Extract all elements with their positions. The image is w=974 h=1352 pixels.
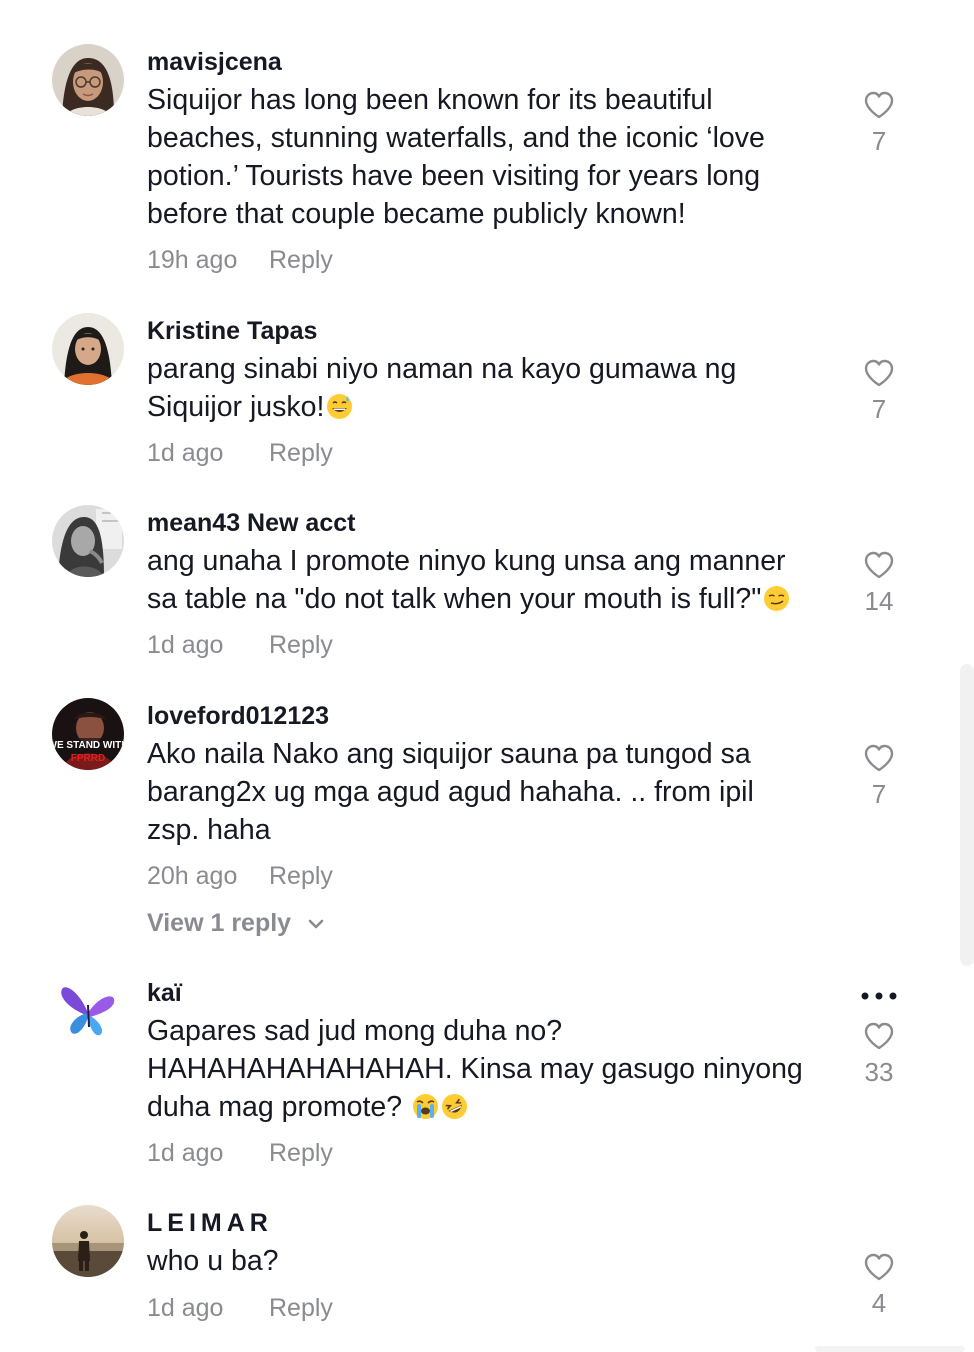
comment-text-line: before that couple became publicly known… bbox=[147, 198, 686, 230]
comment-username[interactable]: loveford012123 bbox=[147, 701, 329, 731]
comment-text-line: Gapares sad jud mong duha no? bbox=[147, 1015, 563, 1047]
comment-timestamp: 1d ago bbox=[147, 439, 224, 467]
comment-text-line: HAHAHAHAHAHAHAH. Kinsa may gasugo ninyon… bbox=[147, 1053, 803, 1085]
comment-timestamp: 1d ago bbox=[147, 1139, 224, 1167]
comment-username[interactable]: Kristine Tapas bbox=[147, 316, 317, 346]
comment-text: who u ba? bbox=[147, 1242, 837, 1280]
reply-button[interactable]: Reply bbox=[269, 630, 333, 660]
like-count: 4 bbox=[871, 1288, 887, 1318]
like-count: 7 bbox=[871, 779, 887, 809]
reply-button[interactable]: Reply bbox=[269, 1138, 333, 1168]
avatar-butterfly bbox=[52, 975, 124, 1047]
comment-meta: 1d ago Reply bbox=[147, 438, 333, 468]
more-options-icon[interactable] bbox=[858, 989, 900, 1003]
comment-timestamp: 1d ago bbox=[147, 1294, 224, 1322]
avatar[interactable]: WE STAND WITH FPRRD bbox=[52, 698, 124, 770]
reply-button[interactable]: Reply bbox=[269, 861, 333, 891]
avatar[interactable] bbox=[52, 975, 124, 1047]
avatar-beach-silhouette bbox=[52, 1205, 124, 1277]
like-count: 33 bbox=[864, 1057, 894, 1087]
avatar-we-stand-with-fprrd: WE STAND WITH FPRRD bbox=[52, 698, 124, 770]
comment-text-line: barang2x ug mga agud agud hahaha. .. fro… bbox=[147, 776, 754, 808]
comment-meta: 19h ago Reply bbox=[147, 245, 333, 275]
heart-icon[interactable] bbox=[863, 550, 895, 580]
like-count: 7 bbox=[871, 126, 887, 156]
comment-timestamp: 19h ago bbox=[147, 246, 238, 274]
comment-text-line: parang sinabi niyo naman na kayo gumawa … bbox=[147, 353, 737, 385]
comment-text-line: duha mag promote? bbox=[147, 1091, 403, 1123]
comment-timestamp: 20h ago bbox=[147, 862, 238, 890]
comment-text-line: sa table na "do not talk when your mouth… bbox=[147, 583, 762, 615]
comment-username[interactable]: mavisjcena bbox=[147, 47, 282, 77]
reply-button[interactable]: Reply bbox=[269, 1293, 333, 1323]
avatar[interactable] bbox=[52, 505, 124, 577]
comment-text-line-with-emoji: sa table na "do not talk when your mouth… bbox=[147, 580, 837, 618]
comment-meta: 20h ago Reply bbox=[147, 861, 333, 891]
like-control: 7 bbox=[852, 358, 906, 424]
comment-username[interactable]: mean43 New acct bbox=[147, 508, 355, 538]
comment-meta: 1d ago Reply bbox=[147, 630, 333, 660]
comment-text-line: ang unaha I promote ninyo kung unsa ang … bbox=[147, 545, 786, 577]
comment-text-line: zsp. haha bbox=[147, 814, 271, 846]
like-count: 14 bbox=[864, 586, 894, 616]
comment-username[interactable]: LEIMAR bbox=[147, 1208, 273, 1238]
comment-text: Siquijor has long been known for its bea… bbox=[147, 81, 837, 233]
comment-meta: 1d ago Reply bbox=[147, 1293, 333, 1323]
comment-text-line: potion.’ Tourists have been visiting for… bbox=[147, 160, 761, 192]
svg-text:FPRRD: FPRRD bbox=[71, 753, 105, 764]
comment-text: Ako naila Nako ang siquijor sauna pa tun… bbox=[147, 735, 837, 849]
grinning-sweat-emoji bbox=[326, 393, 353, 420]
heart-icon[interactable] bbox=[863, 743, 895, 773]
comment-text-line: Ako naila Nako ang siquijor sauna pa tun… bbox=[147, 738, 751, 770]
scrollbar[interactable] bbox=[960, 664, 974, 966]
heart-icon[interactable] bbox=[863, 358, 895, 388]
avatar-woman-orange bbox=[52, 313, 124, 385]
avatar[interactable] bbox=[52, 44, 124, 116]
comment-text: ang unaha I promote ninyo kung unsa ang … bbox=[147, 542, 837, 618]
avatar-woman-glasses bbox=[52, 44, 124, 116]
smirking-emoji bbox=[763, 585, 790, 612]
comment-meta: 1d ago Reply bbox=[147, 1138, 333, 1168]
like-count: 7 bbox=[871, 394, 887, 424]
divider bbox=[815, 1346, 965, 1352]
heart-icon[interactable] bbox=[863, 90, 895, 120]
like-control: 33 bbox=[852, 1021, 906, 1087]
comment-text-line: beaches, stunning waterfalls, and the ic… bbox=[147, 122, 765, 154]
comment-username[interactable]: kaï bbox=[147, 978, 182, 1008]
loudly-crying-emoji bbox=[412, 1093, 439, 1120]
like-control: 4 bbox=[852, 1252, 906, 1318]
avatar-woman-grayscale bbox=[52, 505, 124, 577]
like-control: 7 bbox=[852, 90, 906, 156]
reply-button[interactable]: Reply bbox=[269, 245, 333, 275]
comment-text: Gapares sad jud mong duha no? HAHAHAHAHA… bbox=[147, 1012, 837, 1126]
heart-icon[interactable] bbox=[863, 1252, 895, 1282]
comment-text-line: Siquijor has long been known for its bea… bbox=[147, 84, 713, 116]
comment-text-line: Siquijor jusko! bbox=[147, 391, 325, 423]
like-control: 7 bbox=[852, 743, 906, 809]
comment-text: parang sinabi niyo naman na kayo gumawa … bbox=[147, 350, 837, 426]
rolling-laughing-emoji bbox=[441, 1093, 468, 1120]
comment-timestamp: 1d ago bbox=[147, 631, 224, 659]
comment-text-line-with-emoji: Siquijor jusko! bbox=[147, 388, 837, 426]
chevron-down-icon bbox=[308, 919, 324, 929]
view-replies-button[interactable]: View 1 reply bbox=[147, 908, 324, 938]
heart-icon[interactable] bbox=[863, 1021, 895, 1051]
avatar[interactable] bbox=[52, 313, 124, 385]
avatar[interactable] bbox=[52, 1205, 124, 1277]
svg-text:WE STAND WITH: WE STAND WITH bbox=[52, 740, 124, 751]
reply-button[interactable]: Reply bbox=[269, 438, 333, 468]
comment-text-line-with-emoji: duha mag promote? bbox=[147, 1088, 837, 1126]
comment-text-line: who u ba? bbox=[147, 1245, 279, 1277]
view-replies-label: View 1 reply bbox=[147, 909, 292, 937]
like-control: 14 bbox=[852, 550, 906, 616]
